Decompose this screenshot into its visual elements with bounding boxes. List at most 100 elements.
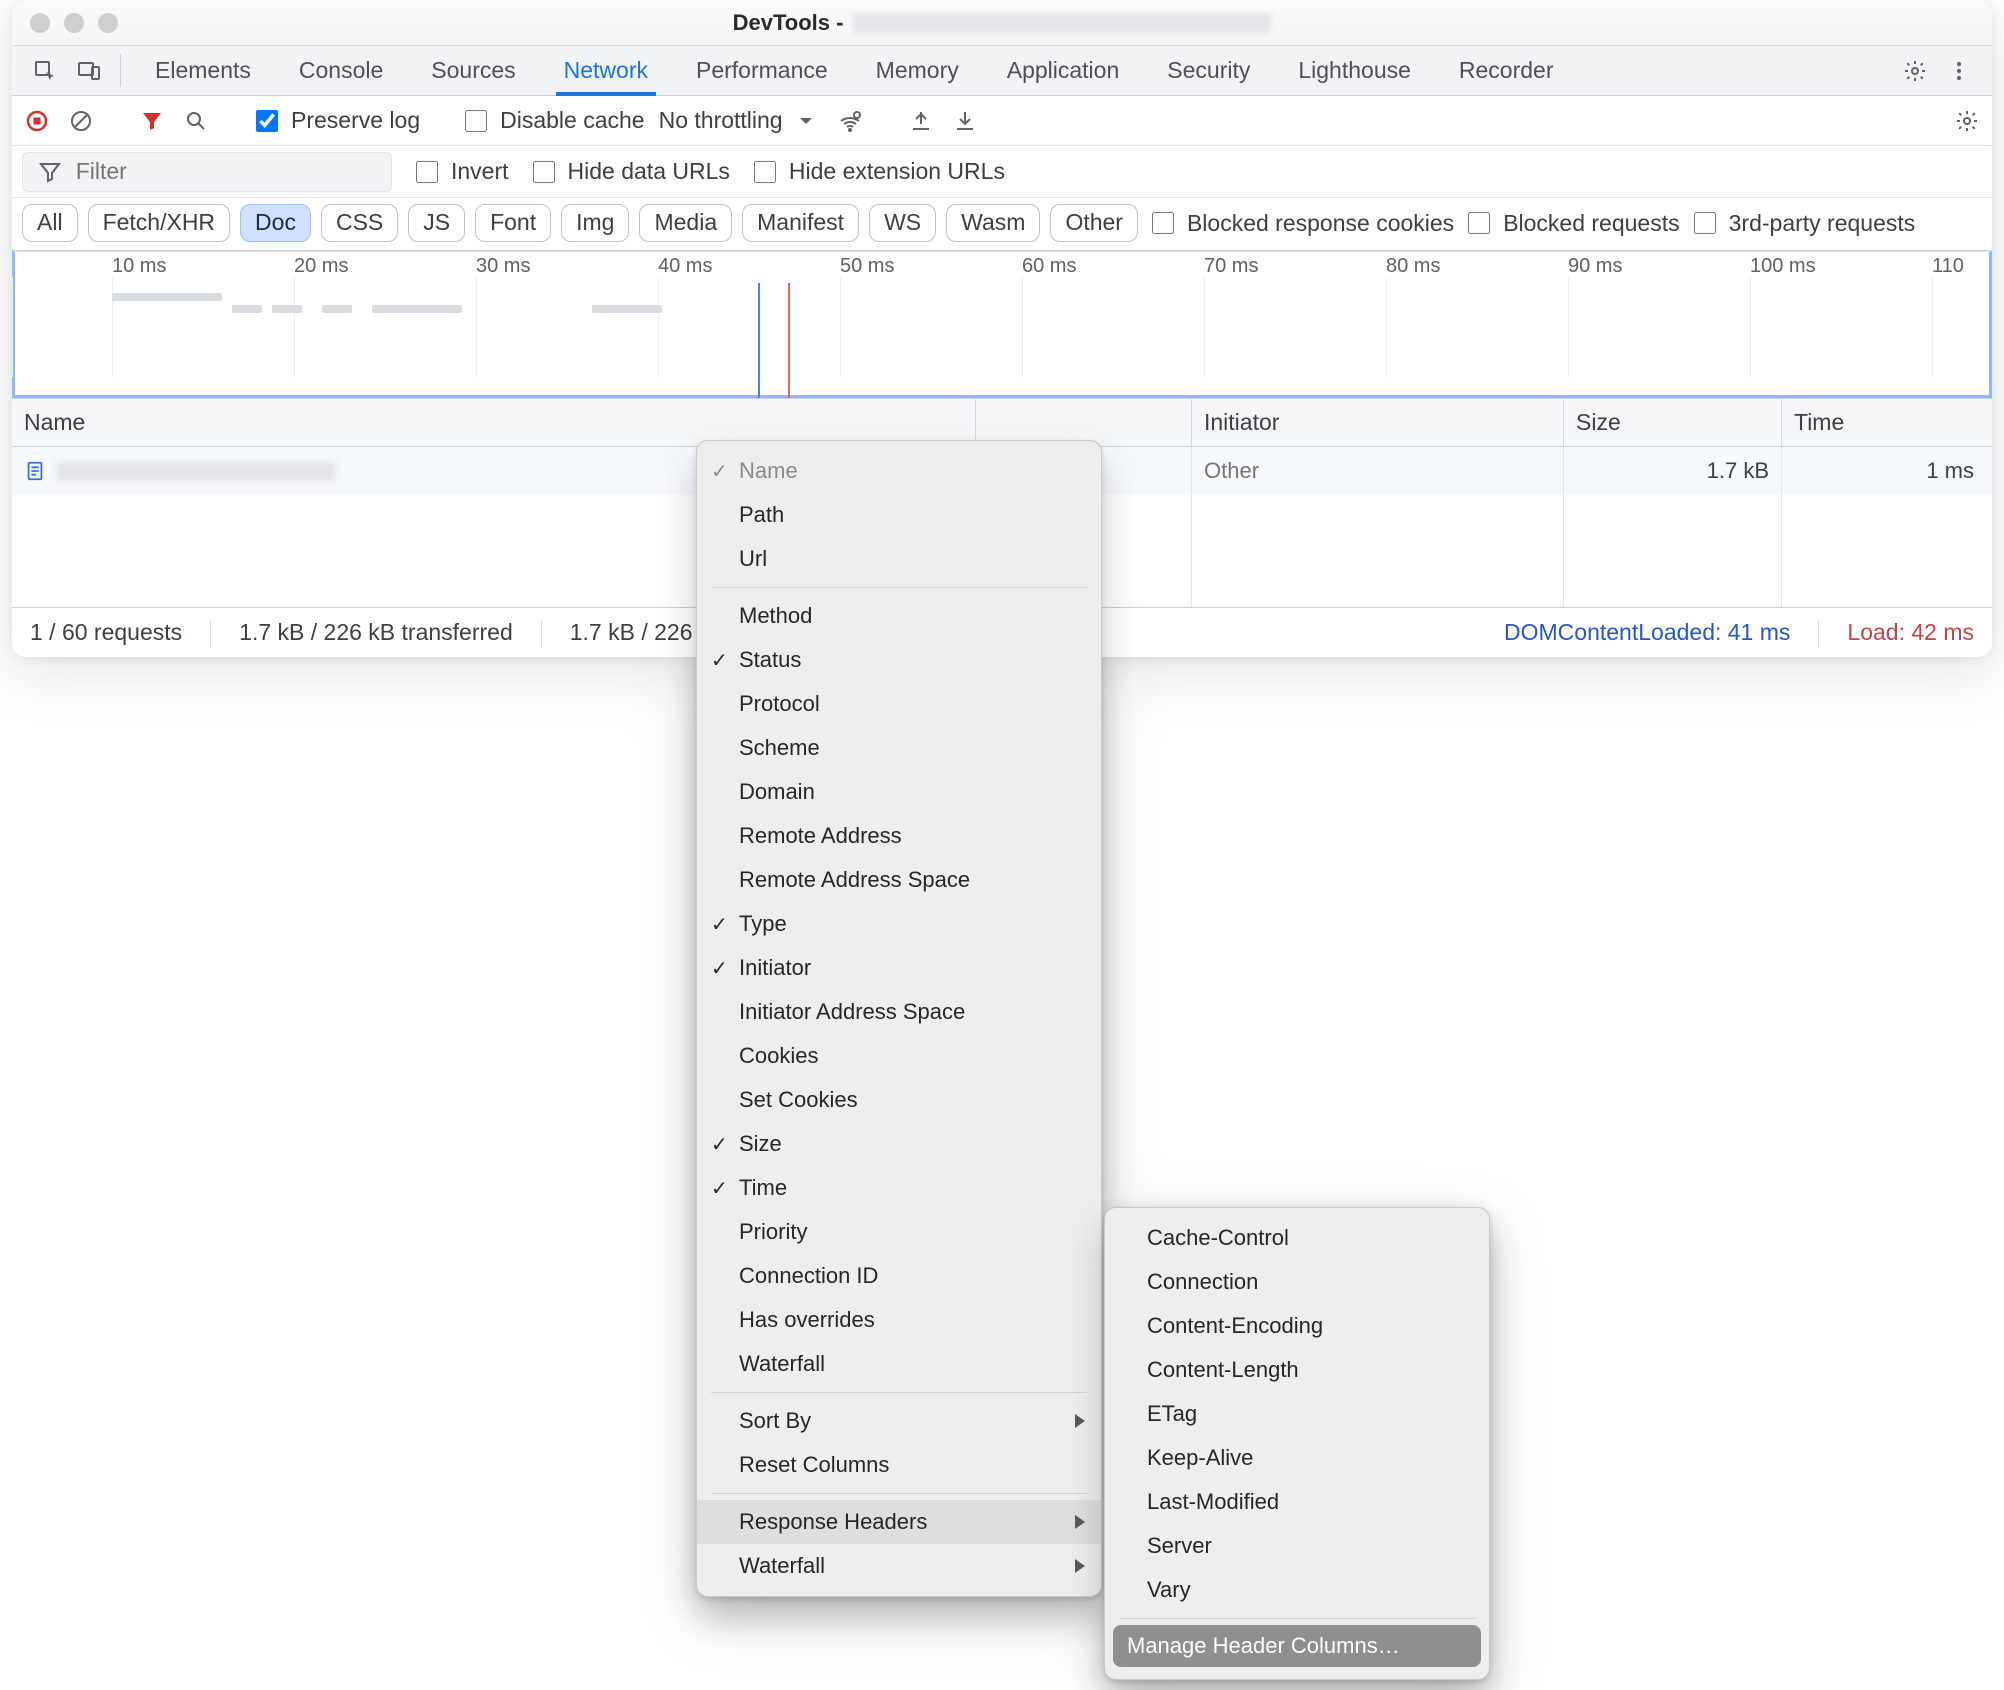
menu-item-remote-address[interactable]: Remote Address xyxy=(697,814,1101,858)
menu-item-type[interactable]: Type xyxy=(697,902,1101,946)
submenu-cache-control[interactable]: Cache-Control xyxy=(1105,1216,1489,1260)
panel-settings-gear-icon[interactable] xyxy=(1952,106,1982,136)
throttling-value: No throttling xyxy=(659,107,783,134)
third-party-requests-checkbox[interactable]: 3rd-party requests xyxy=(1690,209,1916,237)
blocked-requests-checkbox[interactable]: Blocked requests xyxy=(1464,209,1679,237)
hide-data-urls-checkbox[interactable]: Hide data URLs xyxy=(529,158,730,186)
menu-item-reset-columns[interactable]: Reset Columns xyxy=(697,1443,1101,1487)
columns-context-menu[interactable]: Name Path Url Method Status Protocol Sch… xyxy=(696,440,1102,1597)
import-har-icon[interactable] xyxy=(950,106,980,136)
menu-item-domain[interactable]: Domain xyxy=(697,770,1101,814)
submenu-manage-header-columns[interactable]: Manage Header Columns… xyxy=(1113,1625,1481,1667)
inspect-icon[interactable] xyxy=(30,56,60,86)
preserve-log-input[interactable] xyxy=(256,110,278,132)
menu-item-has-overrides[interactable]: Has overrides xyxy=(697,1298,1101,1342)
menu-item-status[interactable]: Status xyxy=(697,638,1101,682)
menu-item-cookies[interactable]: Cookies xyxy=(697,1034,1101,1078)
cell-size: 1.7 kB xyxy=(1564,447,1782,495)
submenu-server[interactable]: Server xyxy=(1105,1524,1489,1568)
chip-doc[interactable]: Doc xyxy=(240,204,311,242)
submenu-connection[interactable]: Connection xyxy=(1105,1260,1489,1304)
status-load: Load: 42 ms xyxy=(1847,619,1974,646)
menu-item-url[interactable]: Url xyxy=(697,537,1101,581)
submenu-vary[interactable]: Vary xyxy=(1105,1568,1489,1612)
network-toolbar: Preserve log Disable cache No throttling xyxy=(12,96,1992,146)
search-icon[interactable] xyxy=(181,106,211,136)
hide-extension-urls-checkbox[interactable]: Hide extension URLs xyxy=(750,158,1005,186)
device-toolbar-icon[interactable] xyxy=(74,56,104,86)
minimize-dot[interactable] xyxy=(64,13,84,33)
menu-item-waterfall-sub[interactable]: Waterfall xyxy=(697,1544,1101,1588)
chip-all[interactable]: All xyxy=(22,204,78,242)
chip-js[interactable]: JS xyxy=(408,204,465,242)
menu-item-time[interactable]: Time xyxy=(697,1166,1101,1210)
menu-item-set-cookies[interactable]: Set Cookies xyxy=(697,1078,1101,1122)
menu-item-connection-id[interactable]: Connection ID xyxy=(697,1254,1101,1298)
record-icon[interactable] xyxy=(22,106,52,136)
col-header-size[interactable]: Size xyxy=(1564,399,1782,446)
submenu-keep-alive[interactable]: Keep-Alive xyxy=(1105,1436,1489,1480)
tab-recorder[interactable]: Recorder xyxy=(1451,46,1562,95)
menu-item-remote-address-space[interactable]: Remote Address Space xyxy=(697,858,1101,902)
menu-item-sort-by[interactable]: Sort By xyxy=(697,1399,1101,1443)
blocked-response-cookies-checkbox[interactable]: Blocked response cookies xyxy=(1148,209,1454,237)
chip-ws[interactable]: WS xyxy=(869,204,936,242)
menu-item-waterfall[interactable]: Waterfall xyxy=(697,1342,1101,1386)
menu-item-response-headers[interactable]: Response Headers xyxy=(697,1500,1101,1544)
col-header-time[interactable]: Time xyxy=(1782,399,1992,446)
menu-item-initiator[interactable]: Initiator xyxy=(697,946,1101,990)
submenu-etag[interactable]: ETag xyxy=(1105,1392,1489,1436)
disable-cache-input[interactable] xyxy=(465,110,487,132)
export-har-icon[interactable] xyxy=(906,106,936,136)
chip-wasm[interactable]: Wasm xyxy=(946,204,1040,242)
chip-css[interactable]: CSS xyxy=(321,204,398,242)
menu-item-size[interactable]: Size xyxy=(697,1122,1101,1166)
tab-memory[interactable]: Memory xyxy=(868,46,967,95)
chip-img[interactable]: Img xyxy=(561,204,629,242)
col-header-name[interactable]: Name xyxy=(12,399,976,446)
menu-item-initiator-address-space[interactable]: Initiator Address Space xyxy=(697,990,1101,1034)
invert-checkbox[interactable]: Invert xyxy=(412,158,509,186)
preserve-log-checkbox[interactable]: Preserve log xyxy=(252,107,420,135)
network-conditions-icon[interactable] xyxy=(835,106,865,136)
tab-application[interactable]: Application xyxy=(999,46,1128,95)
tab-sources[interactable]: Sources xyxy=(423,46,523,95)
clear-icon[interactable] xyxy=(66,106,96,136)
response-headers-submenu[interactable]: Cache-Control Connection Content-Encodin… xyxy=(1104,1207,1490,1680)
tab-performance[interactable]: Performance xyxy=(688,46,836,95)
submenu-last-modified[interactable]: Last-Modified xyxy=(1105,1480,1489,1524)
settings-gear-icon[interactable] xyxy=(1900,56,1930,86)
filter-input[interactable] xyxy=(74,157,377,186)
filter-box[interactable] xyxy=(22,152,392,192)
tab-security[interactable]: Security xyxy=(1159,46,1258,95)
filter-funnel-icon[interactable] xyxy=(137,106,167,136)
col-header-empty[interactable] xyxy=(976,399,1192,446)
chip-manifest[interactable]: Manifest xyxy=(742,204,859,242)
menu-item-priority[interactable]: Priority xyxy=(697,1210,1101,1254)
chip-fetch[interactable]: Fetch/XHR xyxy=(88,204,230,242)
tab-network[interactable]: Network xyxy=(556,46,656,95)
chip-font[interactable]: Font xyxy=(475,204,551,242)
tab-elements[interactable]: Elements xyxy=(147,46,259,95)
menu-item-protocol[interactable]: Protocol xyxy=(697,682,1101,726)
devtools-window: DevTools - Elements Console Sources Netw… xyxy=(12,0,1992,657)
close-dot[interactable] xyxy=(30,13,50,33)
disable-cache-checkbox[interactable]: Disable cache xyxy=(461,107,644,135)
zoom-dot[interactable] xyxy=(98,13,118,33)
status-resources: 1.7 kB / 226 xyxy=(570,619,693,646)
menu-item-method[interactable]: Method xyxy=(697,594,1101,638)
col-header-initiator[interactable]: Initiator xyxy=(1192,399,1564,446)
submenu-content-encoding[interactable]: Content-Encoding xyxy=(1105,1304,1489,1348)
submenu-content-length[interactable]: Content-Length xyxy=(1105,1348,1489,1392)
kebab-menu-icon[interactable] xyxy=(1944,56,1974,86)
menu-item-scheme[interactable]: Scheme xyxy=(697,726,1101,770)
tab-console[interactable]: Console xyxy=(291,46,391,95)
overview-timeline[interactable]: 10 ms 20 ms 30 ms 40 ms 50 ms 60 ms 70 m… xyxy=(12,251,1992,399)
tab-lighthouse[interactable]: Lighthouse xyxy=(1290,46,1419,95)
chip-other[interactable]: Other xyxy=(1050,204,1138,242)
throttling-select[interactable]: No throttling xyxy=(659,106,821,136)
chip-media[interactable]: Media xyxy=(639,204,732,242)
menu-item-name[interactable]: Name xyxy=(697,449,1101,493)
menu-item-path[interactable]: Path xyxy=(697,493,1101,537)
disable-cache-label: Disable cache xyxy=(500,107,644,134)
